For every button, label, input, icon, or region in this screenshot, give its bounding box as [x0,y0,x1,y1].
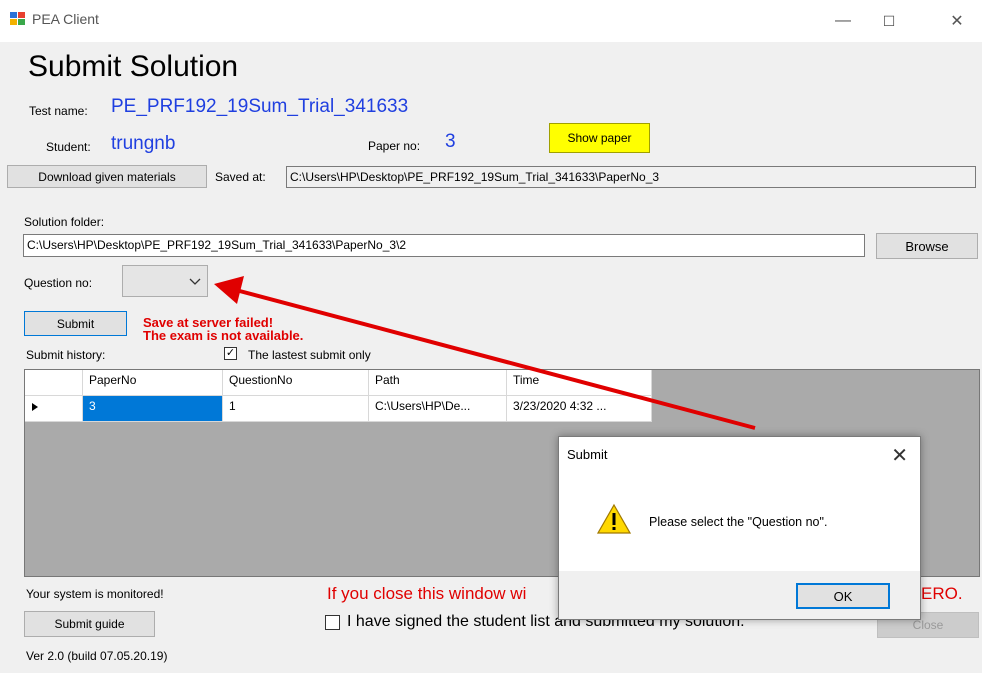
annotation-arrow [214,276,756,430]
annotation-arrow-line [231,287,756,430]
annotation-arrow-head [214,276,244,304]
